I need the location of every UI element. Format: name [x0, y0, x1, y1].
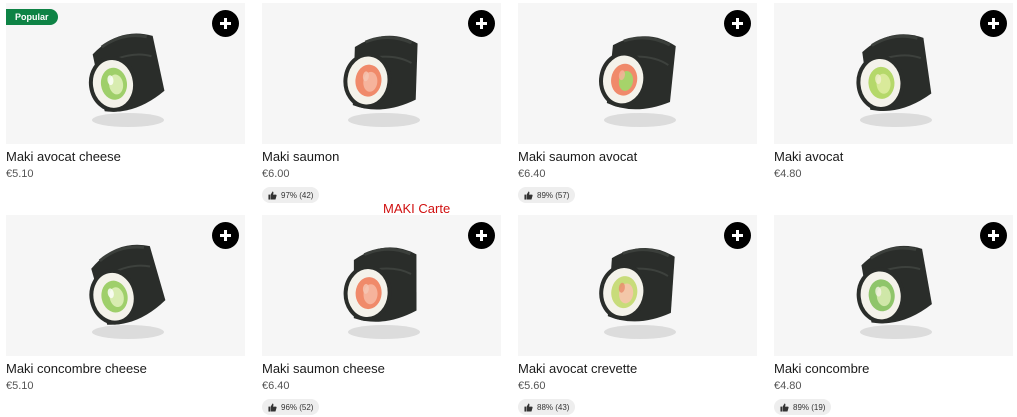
maki-roll-image [88, 33, 164, 127]
add-to-cart-button[interactable] [724, 10, 751, 37]
product-image[interactable] [6, 215, 245, 356]
rating-badge: 97% (42) [262, 187, 320, 203]
product-grid: Popular Maki avocat cheese €5.10 Maki saumo… [6, 3, 1013, 415]
thumbs-up-icon [268, 190, 277, 200]
plus-icon [732, 230, 743, 241]
product-price: €5.10 [6, 168, 34, 180]
popular-badge: Popular [6, 9, 58, 25]
add-to-cart-button[interactable] [212, 10, 239, 37]
thumbs-up-icon [780, 402, 789, 412]
product-card[interactable]: Maki saumon cheese €6.40 96% (52) [262, 215, 501, 415]
product-card[interactable]: Maki concombre cheese €5.10 [6, 215, 245, 415]
maki-roll-image [598, 247, 676, 339]
rating-badge: 96% (52) [262, 399, 320, 415]
rating-text: 89% (19) [793, 402, 826, 412]
product-card[interactable]: Popular Maki avocat cheese €5.10 [6, 3, 245, 215]
product-image[interactable]: Popular [6, 3, 245, 144]
section-title: MAKI Carte [383, 201, 451, 216]
product-image[interactable] [774, 215, 1013, 356]
add-to-cart-button[interactable] [468, 10, 495, 37]
add-to-cart-button[interactable] [212, 222, 239, 249]
plus-icon [732, 18, 743, 29]
product-name[interactable]: Maki avocat [774, 149, 1013, 165]
product-image[interactable] [262, 3, 501, 144]
product-name[interactable]: Maki avocat cheese [6, 149, 245, 165]
plus-icon [220, 18, 231, 29]
product-name[interactable]: Maki avocat crevette [518, 361, 757, 377]
maki-roll-image [88, 244, 165, 339]
rating-badge: 88% (43) [518, 399, 576, 415]
thumbs-up-icon [268, 402, 277, 412]
product-name[interactable]: Maki concombre [774, 361, 1013, 377]
product-image[interactable] [518, 215, 757, 356]
rating-text: 96% (52) [281, 402, 314, 412]
product-card[interactable]: Maki saumon avocat €6.40 89% (57) [518, 3, 757, 215]
add-to-cart-button[interactable] [468, 222, 495, 249]
add-to-cart-button[interactable] [980, 222, 1007, 249]
product-price: €5.10 [6, 380, 34, 392]
maki-roll-image [598, 35, 676, 127]
product-price: €4.80 [774, 380, 802, 392]
maki-roll-image [342, 35, 420, 127]
rating-text: 89% (57) [537, 190, 570, 200]
product-image[interactable] [774, 3, 1013, 144]
plus-icon [476, 230, 487, 241]
product-card[interactable]: Maki avocat €4.80 [774, 3, 1013, 215]
product-price: €4.80 [774, 168, 802, 180]
thumbs-up-icon [524, 402, 533, 412]
product-price: €6.40 [262, 380, 290, 392]
rating-badge: 89% (19) [774, 399, 832, 415]
product-card[interactable]: Maki concombre €4.80 89% (19) [774, 215, 1013, 415]
plus-icon [476, 18, 487, 29]
product-name[interactable]: Maki saumon cheese [262, 361, 501, 377]
plus-icon [988, 18, 999, 29]
rating-text: 97% (42) [281, 190, 314, 200]
product-name[interactable]: Maki concombre cheese [6, 361, 245, 377]
plus-icon [988, 230, 999, 241]
thumbs-up-icon [524, 190, 533, 200]
product-card[interactable]: Maki avocat crevette €5.60 88% (43) [518, 215, 757, 415]
product-card[interactable]: Maki saumon €6.00 97% (42) [262, 3, 501, 215]
rating-badge: 89% (57) [518, 187, 576, 203]
product-price: €6.40 [518, 168, 546, 180]
product-name[interactable]: Maki saumon [262, 149, 501, 165]
product-price: €5.60 [518, 380, 546, 392]
add-to-cart-button[interactable] [724, 222, 751, 249]
product-name[interactable]: Maki saumon avocat [518, 149, 757, 165]
add-to-cart-button[interactable] [980, 10, 1007, 37]
product-price: €6.00 [262, 168, 290, 180]
product-image[interactable] [518, 3, 757, 144]
plus-icon [220, 230, 231, 241]
maki-roll-image [856, 245, 932, 339]
maki-roll-image [343, 246, 420, 339]
product-image[interactable] [262, 215, 501, 356]
maki-roll-image [855, 33, 932, 127]
rating-text: 88% (43) [537, 402, 570, 412]
